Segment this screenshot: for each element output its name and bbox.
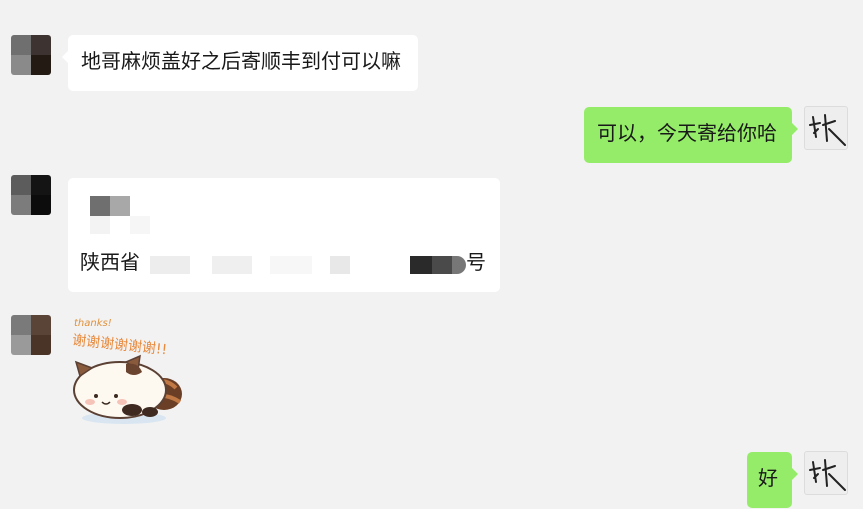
message-bubble-outgoing[interactable]: 好 [747,452,798,508]
redacted-block [150,256,190,274]
sticker-text: 谢谢谢谢谢谢!! [71,332,167,358]
signature-icon [809,459,846,491]
self-avatar[interactable] [804,451,848,495]
redacted-block [330,256,350,274]
redacted-block [110,196,130,216]
chat-window: ··· 地哥麻烦盖好之后寄顺丰到付可以嘛 可以，今天寄给你哈 [0,0,863,509]
message-bubble-outgoing[interactable]: 可以，今天寄给你哈 [584,107,798,163]
sticker-message[interactable]: thanks! 谢谢谢谢谢谢!! [66,312,190,430]
contact-avatar[interactable] [11,175,51,215]
redacted-block [212,256,252,274]
message-bubble-incoming[interactable]: 地哥麻烦盖好之后寄顺丰到付可以嘛 [62,35,418,91]
contact-avatar[interactable] [11,35,51,75]
address-message[interactable]: 陕西省 号 [68,178,500,292]
timestamp-fragment: ··· [410,0,450,4]
redacted-block [130,216,150,234]
redacted-block [452,256,466,274]
redacted-block [90,216,110,234]
redacted-block [432,256,452,274]
redacted-block [90,196,110,216]
address-prefix: 陕西省 [80,250,140,274]
message-text: 地哥麻烦盖好之后寄顺丰到付可以嘛 [81,49,401,73]
redacted-block [410,256,432,274]
self-avatar[interactable] [804,106,848,150]
contact-avatar[interactable] [11,315,51,355]
message-text: 好 [758,466,778,490]
address-suffix: 号 [466,250,486,274]
signature-icon [809,114,846,146]
message-text: 可以，今天寄给你哈 [597,121,777,145]
sticker-caption: thanks! [74,318,112,329]
raccoon-sticker: thanks! 谢谢谢谢谢谢!! [71,318,182,424]
redacted-block [270,256,312,274]
